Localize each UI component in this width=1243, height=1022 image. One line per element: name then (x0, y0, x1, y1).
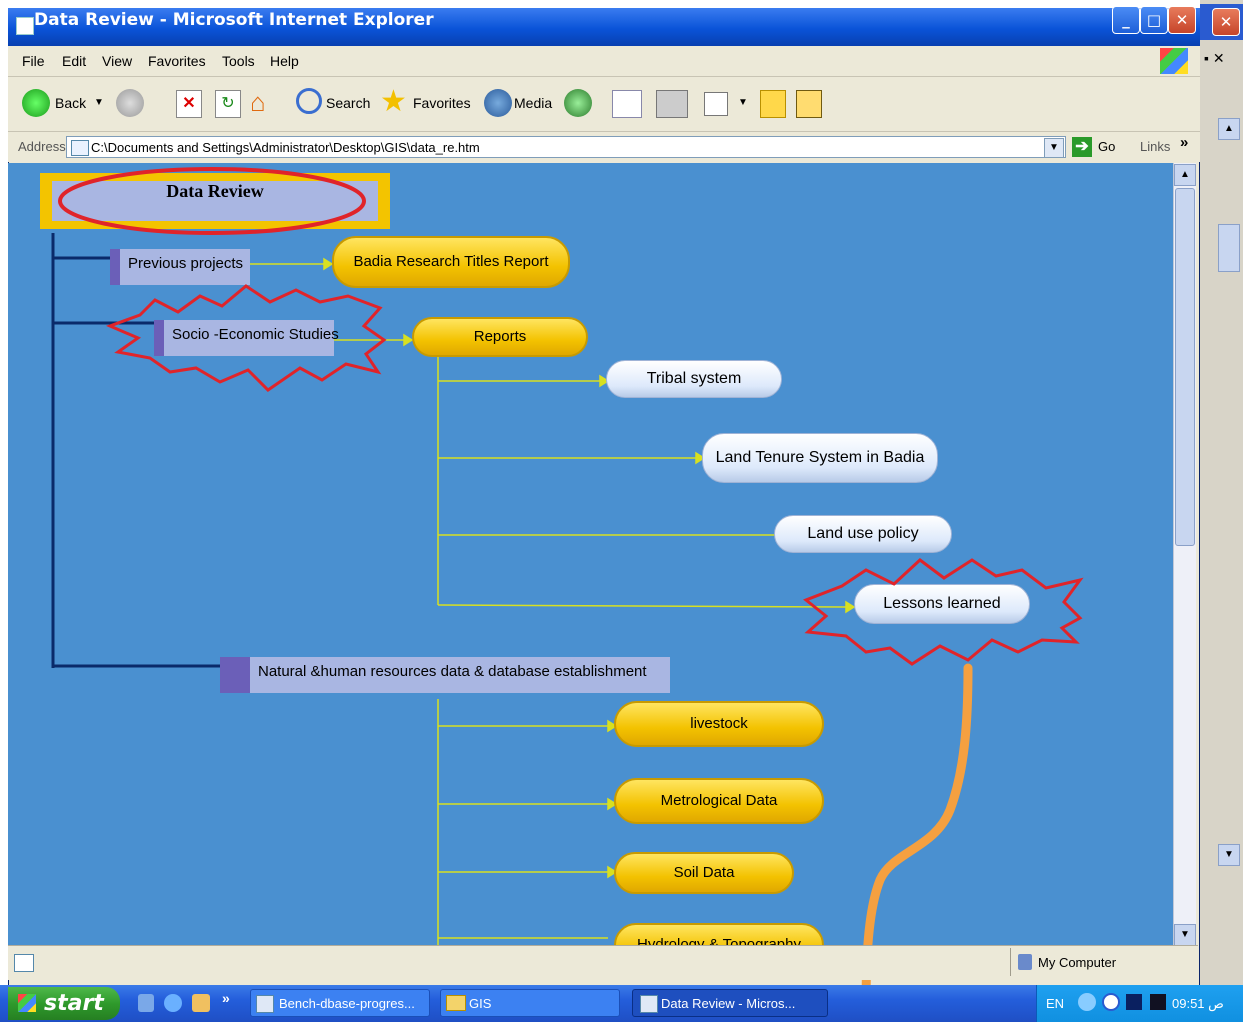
task-gis-folder[interactable]: GIS (440, 989, 620, 1017)
task-ie-icon (640, 995, 658, 1013)
task-folder-icon (446, 995, 466, 1011)
computer-icon (1018, 954, 1032, 970)
scroll-thumb[interactable] (1175, 188, 1195, 546)
tray-app-icon[interactable] (1150, 994, 1166, 1010)
root-highlight-ellipse (58, 167, 366, 235)
quicklaunch-media-icon[interactable] (192, 994, 210, 1012)
lessons-learned-highlight-burst (803, 558, 1084, 666)
task-bench-dbase[interactable]: Bench-dbase-progres... (250, 989, 430, 1017)
quicklaunch-ie-icon[interactable] (164, 994, 182, 1012)
socio-economic-highlight-burst (105, 284, 387, 392)
start-windows-logo-icon (18, 994, 36, 1012)
background-scroll-thumb[interactable] (1218, 224, 1240, 272)
zone-label: My Computer (1038, 955, 1117, 970)
scroll-up-icon[interactable]: ▲ (1174, 164, 1196, 186)
tray-chevron-icon[interactable] (1102, 993, 1120, 1011)
quicklaunch-chevron-icon[interactable]: » (222, 990, 230, 1006)
status-divider (1010, 948, 1011, 976)
scroll-down-icon[interactable]: ▼ (1174, 924, 1196, 946)
background-scroll-up-icon[interactable]: ▲ (1218, 118, 1240, 140)
task-data-review[interactable]: Data Review - Micros... (632, 989, 828, 1017)
language-indicator[interactable]: EN (1046, 996, 1064, 1011)
background-menu-chevron-icon[interactable]: ▪ ✕ (1204, 50, 1225, 67)
clock: 09:51 ص (1172, 996, 1224, 1011)
background-scroll-down-icon[interactable]: ▼ (1218, 844, 1240, 866)
task-word-icon (256, 995, 274, 1013)
annotation-overlay (58, 167, 1084, 1022)
tray-display-icon[interactable] (1126, 994, 1142, 1010)
quicklaunch-desktop-icon[interactable] (138, 994, 154, 1012)
status-page-icon (14, 954, 34, 972)
tray-network-icon[interactable] (1078, 993, 1096, 1011)
